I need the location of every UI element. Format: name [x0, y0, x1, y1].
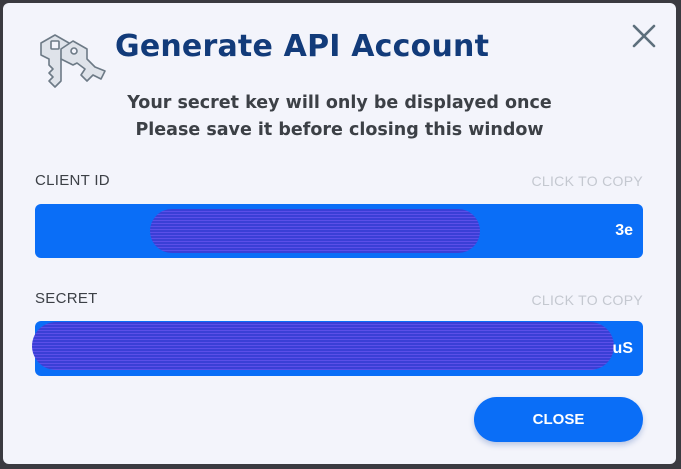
- client-id-copy-link[interactable]: CLICK TO COPY: [531, 173, 643, 189]
- dialog-title: Generate API Account: [115, 29, 490, 64]
- client-id-redaction: [150, 209, 480, 253]
- secret-label: SECRET: [35, 290, 98, 307]
- close-icon[interactable]: [629, 21, 659, 51]
- subtitle-line-2: Please save it before closing this windo…: [135, 120, 544, 140]
- subtitle-line-1: Your secret key will only be displayed o…: [127, 93, 552, 113]
- client-id-field[interactable]: 3e: [35, 204, 643, 258]
- secret-copy-link[interactable]: CLICK TO COPY: [531, 292, 643, 308]
- generate-api-account-dialog: Generate API Account Your secret key wil…: [3, 3, 676, 464]
- close-button[interactable]: CLOSE: [474, 397, 643, 442]
- secret-field[interactable]: uS: [32, 321, 643, 376]
- secret-redaction: [32, 322, 614, 370]
- client-id-label: CLIENT ID: [35, 172, 110, 189]
- secret-value: uS: [612, 339, 633, 357]
- keys-icon: [40, 34, 106, 88]
- client-id-value: 3e: [615, 222, 633, 239]
